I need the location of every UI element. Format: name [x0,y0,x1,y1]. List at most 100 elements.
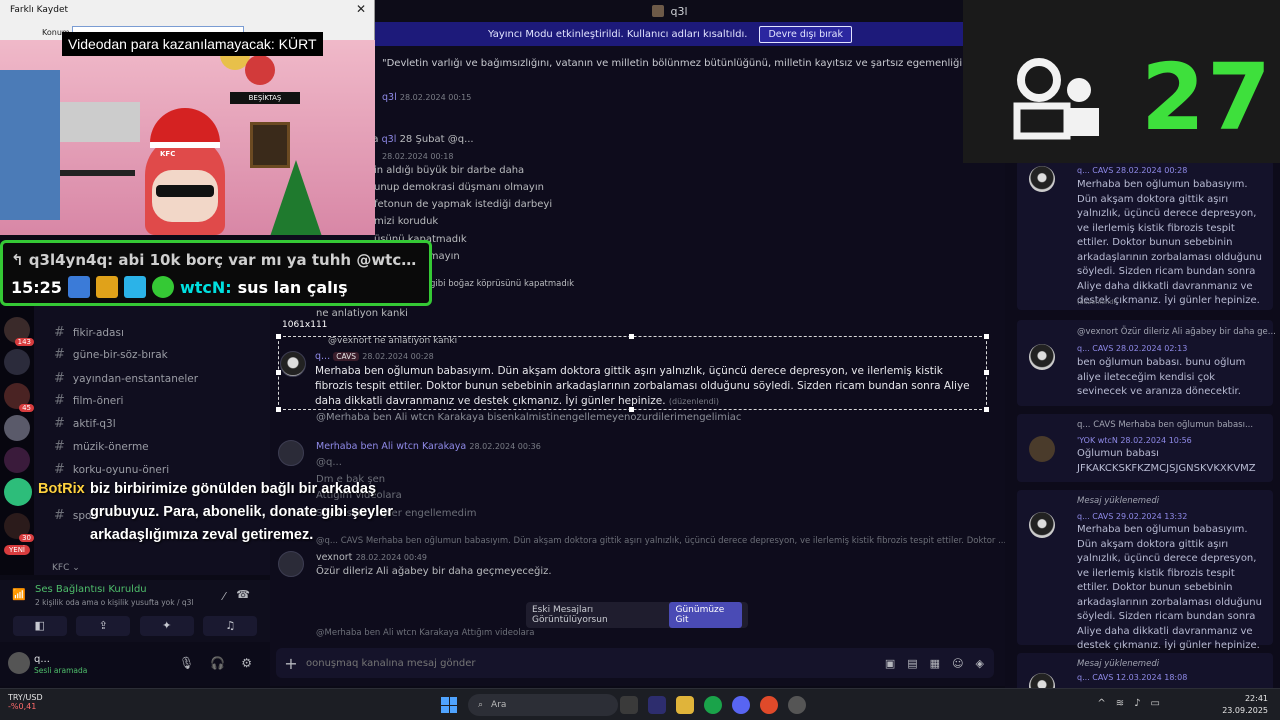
selection-handle[interactable] [276,407,281,412]
scene-window [0,70,60,220]
channel-yayindan-enstantaneler[interactable]: # yayından-enstantaneler [54,371,198,386]
reply-reference[interactable]: @Merhaba ben Ali wtcn Karakaya Attığım v… [316,628,535,638]
gift-icon[interactable]: ▣ [885,657,895,670]
pinned-message[interactable]: q... CAVS Merhaba ben oğlumun babası... … [1017,414,1273,482]
close-icon[interactable]: ✕ [356,2,366,16]
message-header: q... CAVS 28.02.2024 00:28 [315,351,434,362]
server-icon[interactable]: 45 [4,383,34,412]
bot-avatar [4,478,32,506]
emoji-icon[interactable]: ☺ [952,657,963,670]
pinned-message[interactable]: q... CAVS 28.02.2024 00:28 Merhaba ben o… [1017,160,1273,310]
channel-aktif-q3l[interactable]: # aktif-q3l [54,416,116,431]
spotify-icon[interactable] [704,696,722,714]
jump-bar-text: Eski Mesajları Görüntülüyorsun [532,605,608,625]
soundboard-icon[interactable]: ♫ [203,616,258,636]
microphone-icon[interactable]: 🎙 [179,656,194,670]
channel-name: korku-oyunu-öneri [72,464,170,476]
obs-icon[interactable] [788,696,806,714]
clock[interactable]: 22:41 23.09.2025 [1222,693,1268,717]
alert-text: sus lan çalış [237,277,348,297]
voice-panel: 📶 Ses Bağlantısı Kuruldu 2 kişilik oda a… [0,580,270,642]
server-icon[interactable] [4,349,30,375]
avatar[interactable] [278,551,304,577]
file-explorer-icon[interactable] [676,696,694,714]
user-name[interactable]: q... [34,654,50,665]
monetization-caption: Videodan para kazanılamayacak: KÜRT [62,32,323,56]
chrome-icon[interactable] [760,696,778,714]
alert-user: wtcN: [179,277,232,297]
chat-area: "Devletin varlığı ve bağımsızlığını, vat… [270,46,1005,642]
task-view-icon[interactable] [620,696,638,714]
pin-text: Merhaba ben oğlumun babasıyım. Dün akşam… [1077,524,1262,651]
selection-handle[interactable] [984,370,989,375]
channel-name: film-öneri [72,395,124,407]
message-author[interactable]: vexnort [316,552,352,563]
reply-user[interactable]: q3l [382,134,397,145]
reply-reference[interactable]: @vexnort ne anlatiyon kanki [328,336,457,346]
user-status: Sesli aramada [34,666,88,675]
channel-name: müzik-önerme [72,441,149,453]
pin-text: Merhaba ben oğlumun babasıyım. Dün akşam… [1077,179,1262,306]
message-header: Merhaba ben Ali wtcn Karakaya 28.02.2024… [316,441,541,452]
bot-text: arkadaşlığımıza zeval getiremez. [90,527,314,543]
selection-handle[interactable] [984,407,989,412]
selection-handle[interactable] [276,370,281,375]
channel-muzik-onerme[interactable]: # müzik-önerme [54,439,149,454]
reply-reference[interactable]: @q... CAVS Merhaba ben oğlumun babasıyım… [316,536,1005,546]
premiere-icon[interactable] [648,696,666,714]
clan-badge: CAVS [333,352,360,361]
user-controls: 🎙 🎧 ⚙ [179,656,252,670]
window-title: q3l [670,4,688,18]
start-button[interactable] [441,697,457,713]
taskbar-search[interactable]: ⌕ Ara [468,694,618,716]
selection-handle[interactable] [984,334,989,339]
selection-handle[interactable] [629,334,634,339]
noise-suppression-icon[interactable]: ⁄ [223,590,225,603]
voice-status[interactable]: Ses Bağlantısı Kuruldu [35,584,147,595]
message-author[interactable]: q3l [382,92,397,103]
pinned-message[interactable]: Mesaj yüklenemedi q... CAVS 29.02.2024 1… [1017,490,1273,651]
screen-share-icon[interactable]: ⇪ [76,616,131,636]
volume-icon[interactable]: ♪ [1134,698,1140,709]
activity-icon[interactable]: ✦ [139,616,194,636]
message-author[interactable]: Merhaba ben Ali wtcn Karakaya [316,441,466,452]
server-icon[interactable] [4,415,30,441]
server-icon[interactable]: 143 [4,317,34,346]
disable-streamer-mode-button[interactable]: Devre dışı bırak [759,25,853,43]
pinned-message[interactable]: @vexnort Özür dileriz Ali ağabey bir dah… [1017,320,1276,406]
headphones-icon[interactable]: 🎧 [210,656,225,670]
pin-header: 'YOK wtcN 28.02.2024 10:56 [1077,436,1192,445]
pinned-message[interactable]: Mesaj yüklenemedi q... CAVS 12.03.2024 1… [1017,653,1273,688]
chevron-up-icon[interactable]: ^ [1097,698,1105,709]
message-author[interactable]: q... [315,351,330,362]
category-kfc[interactable]: KFC ⌄ [52,563,80,573]
avatar[interactable] [280,351,306,377]
discord-icon[interactable] [732,696,750,714]
selection-handle[interactable] [276,334,281,339]
currency-widget[interactable]: TRY/USD -%0,41 [8,693,43,711]
channel-gune-bir-soz-birak[interactable]: # güne-bir-söz-bırak [54,347,168,362]
jump-to-present-button[interactable]: Günümüze Git [668,602,742,628]
channel-fikir-adasi[interactable]: # fikir-adası [54,325,124,340]
gear-icon[interactable]: ⚙ [241,656,252,670]
pin-text: Oğlumun babası JFKAKCKSKFKZMCJSJGNSKVKXK… [1077,448,1256,474]
avatar[interactable] [278,440,304,466]
server-icon[interactable] [4,447,30,473]
message-input[interactable] [306,657,885,669]
message-line: fetonun de yapmak istediği darbeyi [374,199,553,210]
pin-reply: q... CAVS Merhaba ben oğlumun babası... [1077,420,1254,430]
wifi-icon[interactable]: ≋ [1116,698,1124,709]
battery-icon[interactable]: ▭ [1151,698,1160,709]
gif-icon[interactable]: ▤ [907,657,917,670]
disconnect-icon[interactable]: ☎ [236,588,250,601]
voice-buttons: ◧ ⇪ ✦ ♫ [8,616,262,636]
apps-icon[interactable]: ◈ [976,657,984,670]
attach-plus-icon[interactable]: + [276,654,306,673]
bot-name: BotRix [38,481,85,497]
channel-film-oneri[interactable]: # film-öneri [54,393,123,408]
taskbar-apps [620,696,806,714]
channel-korku-oyunu-oneri[interactable]: # korku-oyunu-öneri [54,462,169,477]
avatar[interactable] [8,652,30,674]
camera-icon[interactable]: ◧ [12,616,67,636]
sticker-icon[interactable]: ▦ [930,657,940,670]
